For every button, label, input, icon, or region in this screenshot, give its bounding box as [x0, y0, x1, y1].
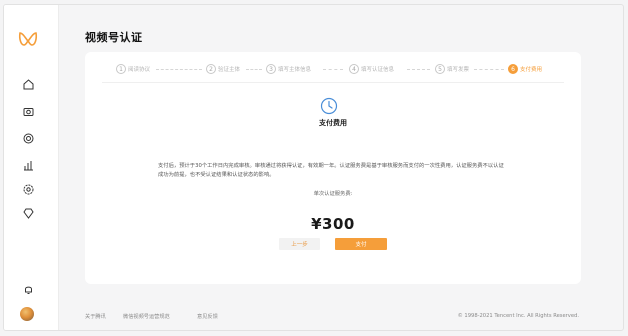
- step-number: 4: [349, 64, 359, 74]
- clock-icon: [320, 97, 338, 115]
- home-icon[interactable]: [22, 78, 35, 91]
- step-connector: [323, 69, 343, 70]
- step-number: 2: [206, 64, 216, 74]
- step-number: 6: [508, 64, 518, 74]
- payment-description: 支付后，预计于30个工作日内完成审核。审核通过将获得认证，有效期一年。认证服务费…: [158, 163, 504, 178]
- data-icon[interactable]: [22, 159, 35, 172]
- step-number: 1: [116, 64, 126, 74]
- sidebar: [4, 5, 59, 330]
- channels-logo-icon[interactable]: [18, 30, 38, 48]
- previous-step-button[interactable]: 上一步: [279, 238, 320, 250]
- pay-button[interactable]: 支付: [335, 238, 387, 250]
- step-number: 5: [435, 64, 445, 74]
- footer-link-rules[interactable]: 微信视频号运营规范: [123, 313, 170, 320]
- step-label: 验证主体: [218, 67, 241, 73]
- price-amount: ¥300: [311, 215, 355, 233]
- step-connector: [246, 69, 262, 70]
- step-5: 5 填写发票: [435, 62, 469, 76]
- notification-icon[interactable]: [22, 283, 35, 296]
- step-connector: [407, 69, 430, 70]
- footer-link-about[interactable]: 关于腾讯: [85, 313, 106, 320]
- live-icon[interactable]: [22, 132, 35, 145]
- step-indicator: 1 阅读协议 2 验证主体 3 填写主体信息 4 填写认证信息 5 填写发票 6…: [85, 62, 581, 76]
- step-label: 阅读协议: [128, 67, 151, 73]
- settings-icon[interactable]: [22, 183, 35, 196]
- step-number: 3: [266, 64, 276, 74]
- step-2: 2 验证主体: [206, 62, 240, 76]
- camera-icon[interactable]: [22, 105, 35, 118]
- step-3: 3 填写主体信息: [266, 62, 311, 76]
- page-title: 视频号认证: [85, 31, 143, 44]
- step-1: 1 阅读协议: [116, 62, 150, 76]
- section-heading: 支付费用: [319, 119, 347, 127]
- step-6: 6 支付费用: [508, 62, 542, 76]
- step-connector: [474, 69, 504, 70]
- step-label: 支付费用: [520, 67, 543, 73]
- avatar[interactable]: [20, 307, 34, 321]
- footer-link-feedback[interactable]: 意见反馈: [197, 313, 218, 320]
- step-label: 填写认证信息: [361, 67, 395, 73]
- divider: [102, 82, 564, 83]
- fee-label: 单次认证服务费:: [313, 191, 353, 197]
- app-window: 视频号认证 1 阅读协议 2 验证主体 3 填写主体信息 4 填写认证信息 5 …: [3, 4, 624, 331]
- copyright-text: © 1998-2021 Tencent Inc. All Rights Rese…: [457, 313, 579, 319]
- shop-icon[interactable]: [22, 207, 35, 220]
- step-label: 填写主体信息: [278, 67, 312, 73]
- step-connector: [156, 69, 202, 70]
- step-4: 4 填写认证信息: [349, 62, 394, 76]
- content-card: 1 阅读协议 2 验证主体 3 填写主体信息 4 填写认证信息 5 填写发票 6…: [85, 52, 581, 284]
- step-label: 填写发票: [447, 67, 470, 73]
